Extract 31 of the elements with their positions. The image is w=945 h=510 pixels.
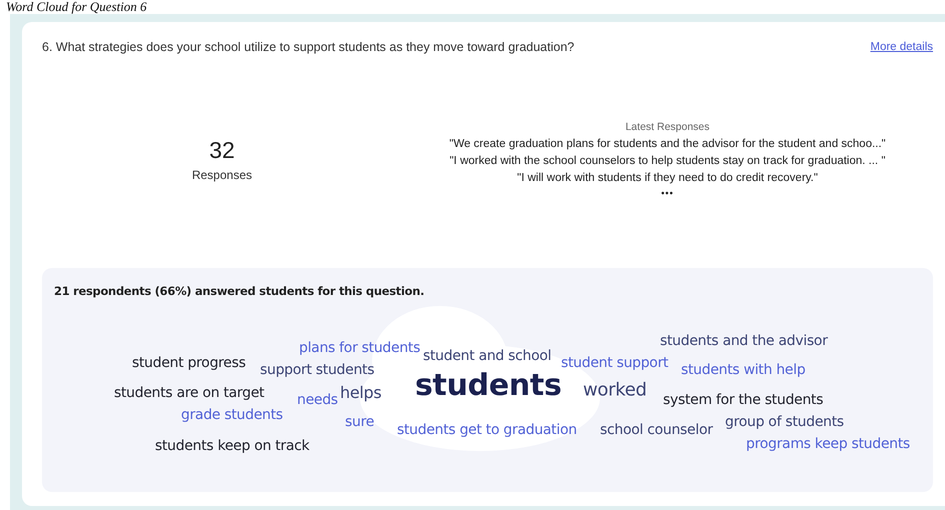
cloud-word: students with help xyxy=(681,362,806,378)
cloud-word: students and the advisor xyxy=(660,332,828,350)
cloud-word: support students xyxy=(260,362,374,378)
cloud-word: programs keep students xyxy=(746,436,910,452)
cloud-word: plans for students xyxy=(299,340,420,356)
cloud-word: worked xyxy=(583,380,647,402)
cloud-word: student and school xyxy=(423,348,552,364)
response-text: "We create graduation plans for students and the advisor for the student and schoo..." xyxy=(449,138,886,150)
responses-label: Responses xyxy=(192,168,252,182)
cloud-word: student support xyxy=(561,354,668,372)
response-count: 32 xyxy=(209,136,235,164)
cloud-word: students keep on track xyxy=(155,438,310,454)
response-text: "I will work with students if they need to do credit recovery." xyxy=(517,172,818,184)
latest-responses-heading: Latest Responses xyxy=(625,121,710,133)
cloud-word: grade students xyxy=(181,406,283,424)
cloud-word: school counselor xyxy=(600,422,713,438)
cloud-caption: 21 respondents (66%) answered students for this question. xyxy=(54,284,424,298)
cloud-word: helps xyxy=(340,384,382,402)
cloud-word: system for the students xyxy=(663,392,824,408)
question-text: 6. What strategies does your school utilize to support students as they move toward graduation? xyxy=(42,40,574,54)
cloud-word: students get to graduation xyxy=(397,422,577,438)
page-title: Word Cloud for Question 6 xyxy=(5,0,148,14)
cloud-word: needs xyxy=(297,392,338,408)
cloud-word: students are on target xyxy=(114,384,264,402)
cloud-word: students xyxy=(415,368,562,404)
cloud-word: sure xyxy=(345,414,374,430)
more-details-link[interactable]: More details xyxy=(870,41,933,53)
response-text: "I worked with the school counselors to help students stay on track for graduation. ... " xyxy=(450,155,886,167)
more-responses-ellipsis[interactable]: ••• xyxy=(661,189,674,197)
cloud-word: group of students xyxy=(725,414,844,430)
cloud-word: student progress xyxy=(132,354,246,372)
